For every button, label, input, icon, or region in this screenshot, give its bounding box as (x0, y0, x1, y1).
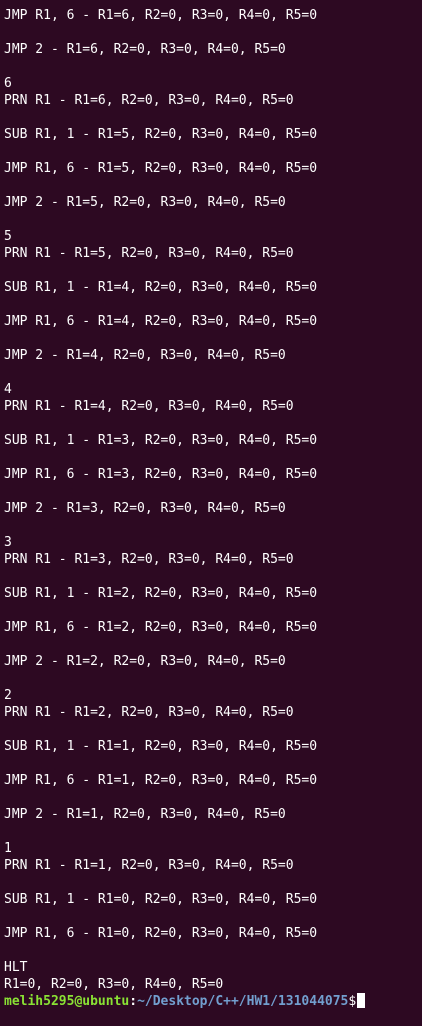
prompt-user-host: melih5295@ubuntu (4, 994, 130, 1009)
output-line: R1=0, R2=0, R3=0, R4=0, R5=0 (4, 977, 224, 992)
output-line: 4 (4, 382, 12, 397)
output-line: JMP 2 - R1=3, R2=0, R3=0, R4=0, R5=0 (4, 501, 286, 516)
output-line: SUB R1, 1 - R1=1, R2=0, R3=0, R4=0, R5=0 (4, 739, 318, 754)
output-line: JMP 2 - R1=4, R2=0, R3=0, R4=0, R5=0 (4, 348, 286, 363)
output-line: HLT (4, 960, 28, 975)
output-line: JMP R1, 6 - R1=2, R2=0, R3=0, R4=0, R5=0 (4, 620, 318, 635)
output-line: JMP R1, 6 - R1=0, R2=0, R3=0, R4=0, R5=0 (4, 926, 318, 941)
output-line: JMP R1, 6 - R1=5, R2=0, R3=0, R4=0, R5=0 (4, 161, 318, 176)
output-line: 5 (4, 229, 12, 244)
terminal-window[interactable]: JMP R1, 6 - R1=6, R2=0, R3=0, R4=0, R5=0… (0, 0, 422, 1026)
prompt-separator: : (129, 994, 138, 1009)
output-line: 6 (4, 76, 12, 91)
output-line: JMP R1, 6 - R1=3, R2=0, R3=0, R4=0, R5=0 (4, 467, 318, 482)
output-line: PRN R1 - R1=3, R2=0, R3=0, R4=0, R5=0 (4, 552, 294, 567)
output-line: SUB R1, 1 - R1=3, R2=0, R3=0, R4=0, R5=0 (4, 433, 318, 448)
output-line: SUB R1, 1 - R1=5, R2=0, R3=0, R4=0, R5=0 (4, 127, 318, 142)
output-line: SUB R1, 1 - R1=0, R2=0, R3=0, R4=0, R5=0 (4, 892, 318, 907)
output-line: JMP R1, 6 - R1=1, R2=0, R3=0, R4=0, R5=0 (4, 773, 318, 788)
prompt-symbol: $ (348, 994, 357, 1009)
shell-prompt[interactable]: melih5295@ubuntu:~/Desktop/C++/HW1/13104… (4, 993, 366, 1010)
output-line: JMP R1, 6 - R1=6, R2=0, R3=0, R4=0, R5=0 (4, 8, 318, 23)
output-line: SUB R1, 1 - R1=2, R2=0, R3=0, R4=0, R5=0 (4, 586, 318, 601)
prompt-path: ~/Desktop/C++/HW1/131044075 (137, 994, 349, 1009)
output-line: 3 (4, 535, 12, 550)
output-line: PRN R1 - R1=6, R2=0, R3=0, R4=0, R5=0 (4, 93, 294, 108)
cursor-block (357, 993, 366, 1008)
output-line: 2 (4, 688, 12, 703)
output-line: JMP 2 - R1=1, R2=0, R3=0, R4=0, R5=0 (4, 807, 286, 822)
output-line: JMP 2 - R1=5, R2=0, R3=0, R4=0, R5=0 (4, 195, 286, 210)
output-line: SUB R1, 1 - R1=4, R2=0, R3=0, R4=0, R5=0 (4, 280, 318, 295)
output-line: PRN R1 - R1=2, R2=0, R3=0, R4=0, R5=0 (4, 705, 294, 720)
output-line: PRN R1 - R1=1, R2=0, R3=0, R4=0, R5=0 (4, 858, 294, 873)
output-line: JMP 2 - R1=6, R2=0, R3=0, R4=0, R5=0 (4, 42, 286, 57)
output-line: JMP 2 - R1=2, R2=0, R3=0, R4=0, R5=0 (4, 654, 286, 669)
output-line: PRN R1 - R1=5, R2=0, R3=0, R4=0, R5=0 (4, 246, 294, 261)
output-line: 1 (4, 841, 12, 856)
output-line: PRN R1 - R1=4, R2=0, R3=0, R4=0, R5=0 (4, 399, 294, 414)
output-line: JMP R1, 6 - R1=4, R2=0, R3=0, R4=0, R5=0 (4, 314, 318, 329)
